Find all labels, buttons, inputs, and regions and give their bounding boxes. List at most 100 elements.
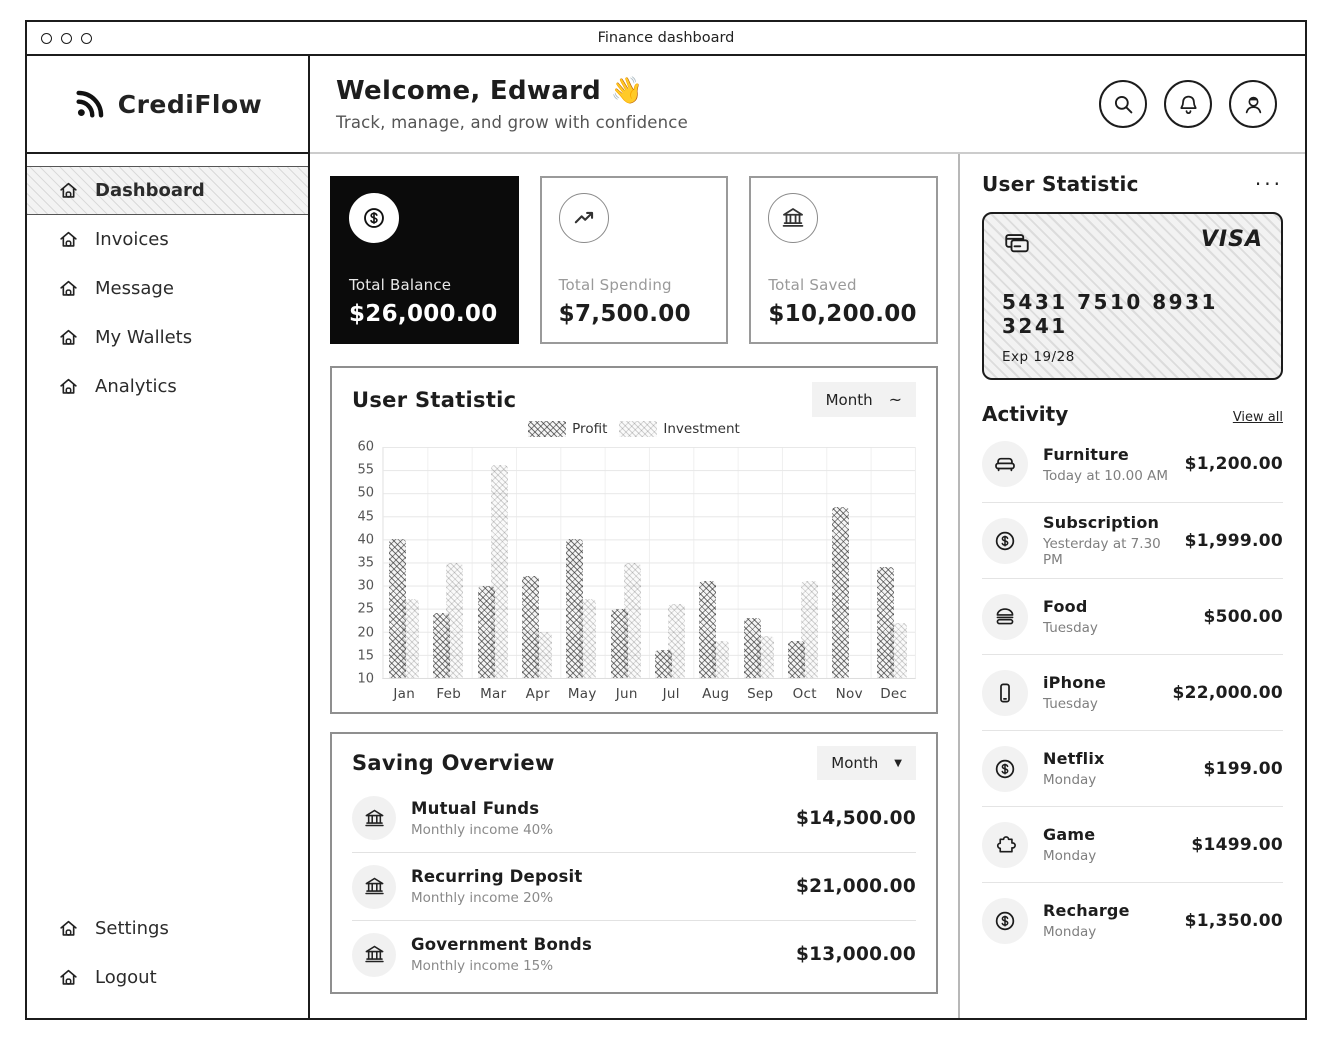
saving-row-recurring-deposit[interactable]: Recurring Deposit Monthly income 20% $21… (352, 852, 916, 920)
dollar-icon (982, 517, 1028, 564)
profit-bar (566, 539, 584, 678)
profit-bar (655, 650, 673, 678)
activity-row-recharge[interactable]: Recharge Monday $1,350.00 (982, 882, 1283, 958)
y-tick-label: 15 (357, 648, 374, 664)
profit-bar (477, 585, 495, 678)
saving-amount: $21,000.00 (795, 876, 916, 897)
activity-amount: $1,200.00 (1184, 454, 1283, 474)
activity-time: Monday (1043, 772, 1097, 788)
activity-name: Furniture (1043, 444, 1129, 464)
right-panel-title: User Statistic (982, 172, 1139, 196)
home-icon (57, 326, 80, 349)
activity-amount: $199.00 (1203, 758, 1283, 779)
sidebar-item-label: Logout (95, 967, 157, 988)
activity-time: Tuesday (1043, 620, 1098, 636)
more-options-icon[interactable]: ··· (1255, 174, 1283, 194)
chart-column-mar (472, 447, 516, 678)
card-expiry: Exp 19/28 (1002, 349, 1075, 365)
card-brand: VISA (1200, 227, 1263, 252)
sidebar-item-dashboard[interactable]: Dashboard (27, 166, 308, 215)
activity-amount: $1,999.00 (1184, 530, 1283, 551)
y-tick-label: 45 (357, 509, 374, 525)
bell-icon (1176, 92, 1201, 117)
activity-title: Activity (982, 402, 1069, 426)
period-label: Month (831, 754, 879, 772)
saving-row-government-bonds[interactable]: Government Bonds Monthly income 15% $13,… (352, 920, 916, 988)
sidebar-footer: Settings Logout (27, 904, 308, 1002)
chart-column-feb (427, 447, 471, 678)
puzzle-icon (982, 821, 1028, 868)
activity-list: Furniture Today at 10.00 AM $1,200.00 Su… (982, 426, 1283, 958)
activity-time: Monday (1043, 924, 1097, 940)
x-tick-label: Nov (835, 686, 863, 702)
saving-name: Government Bonds (411, 935, 592, 954)
chart-plot-area (382, 447, 916, 679)
main-content: Total Balance $26,000.00 Total Spending … (310, 154, 958, 1018)
total-saved-card[interactable]: Total Saved $10,200.00 (749, 176, 939, 344)
summary-cards: Total Balance $26,000.00 Total Spending … (330, 176, 939, 344)
sidebar-item-invoices[interactable]: Invoices (27, 215, 308, 264)
total-balance-card[interactable]: Total Balance $26,000.00 (330, 176, 519, 344)
window-titlebar: Finance dashboard (27, 22, 1305, 56)
total-spending-card[interactable]: Total Spending $7,500.00 (539, 176, 729, 344)
profile-button[interactable] (1229, 80, 1277, 128)
activity-row-game[interactable]: Game Monday $1499.00 (982, 806, 1283, 882)
sidebar-nav: Dashboard Invoices Message My Wallets An… (27, 166, 308, 411)
activity-time: Today at 10.00 AM (1043, 467, 1169, 484)
activity-time: Monday (1043, 848, 1097, 864)
activity-row-netflix[interactable]: Netflix Monday $199.00 (982, 730, 1283, 806)
sidebar-item-message[interactable]: Message (27, 264, 308, 313)
home-icon (57, 375, 80, 398)
legend-profit-label: Profit (572, 421, 608, 437)
saving-overview-panel: Saving Overview Month Mutual Funds Month… (330, 732, 938, 994)
feed-logo-icon (73, 87, 107, 121)
chart-title: User Statistic (352, 387, 517, 412)
cards-icon (1002, 228, 1032, 258)
chart-column-sep (738, 447, 782, 678)
y-tick-label: 60 (357, 439, 374, 455)
wave-emoji: 👋 (610, 76, 644, 106)
sidebar-item-analytics[interactable]: Analytics (27, 362, 308, 411)
search-icon (1111, 92, 1136, 117)
saving-row-mutual-funds[interactable]: Mutual Funds Monthly income 40% $14,500.… (352, 784, 916, 852)
chart-legend: Profit Investment (352, 421, 916, 437)
y-tick-label: 55 (357, 462, 374, 478)
sidebar-item-my-wallets[interactable]: My Wallets (27, 313, 308, 362)
activity-name: Food (1043, 597, 1088, 616)
period-label: Month (825, 390, 873, 409)
activity-name: Netflix (1043, 749, 1105, 768)
activity-row-furniture[interactable]: Furniture Today at 10.00 AM $1,200.00 (982, 426, 1283, 502)
profit-bar (433, 613, 451, 678)
home-icon (57, 179, 80, 202)
search-button[interactable] (1099, 80, 1147, 128)
sidebar-item-logout[interactable]: Logout (27, 953, 308, 1002)
activity-row-subscription[interactable]: Subscription Yesterday at 7.30 PM $1,999… (982, 502, 1283, 578)
saving-period-dropdown[interactable]: Month (817, 746, 916, 780)
chart-column-may (560, 447, 604, 678)
card-value: $7,500.00 (558, 301, 691, 327)
notifications-button[interactable] (1164, 80, 1212, 128)
chart-period-dropdown[interactable]: Month (811, 382, 916, 417)
x-tick-label: Dec (880, 686, 908, 702)
sidebar-item-settings[interactable]: Settings (27, 904, 308, 953)
sidebar-item-label: Settings (95, 918, 169, 939)
sidebar-item-label: Invoices (95, 229, 169, 250)
y-tick-label: 10 (357, 671, 374, 687)
x-tick-label: Apr (525, 686, 550, 702)
sidebar-item-label: Analytics (95, 376, 177, 397)
home-icon (57, 966, 80, 989)
activity-amount: $1,350.00 (1184, 910, 1283, 931)
sidebar: CrediFlow Dashboard Invoices Message My … (27, 56, 310, 1018)
y-tick-label: 50 (357, 485, 374, 501)
investment-swatch (619, 421, 658, 437)
activity-name: iPhone (1043, 673, 1107, 692)
activity-row-iphone[interactable]: iPhone Tuesday $22,000.00 (982, 654, 1283, 730)
view-all-link[interactable]: View all (1233, 410, 1283, 425)
bank-icon (352, 796, 396, 840)
activity-row-food[interactable]: Food Tuesday $500.00 (982, 578, 1283, 654)
brand-name: CrediFlow (117, 89, 263, 119)
card-label: Total Balance (349, 276, 452, 294)
y-tick-label: 35 (357, 555, 374, 571)
chart-column-dec (871, 447, 915, 678)
x-tick-label: Sep (747, 686, 774, 702)
